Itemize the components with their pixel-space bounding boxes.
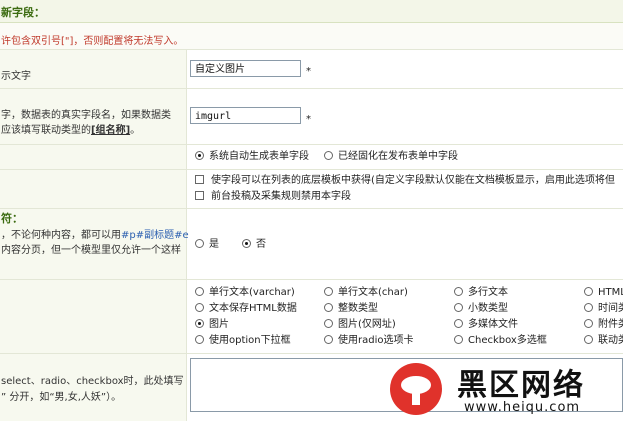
default-desc-line2: ” 分开，如“男,女,人妖”）。 xyxy=(1,392,122,403)
radio-control[interactable] xyxy=(324,319,333,328)
required-mark: * xyxy=(306,66,311,77)
radio-control[interactable] xyxy=(454,335,463,344)
radio-control[interactable] xyxy=(324,287,333,296)
row-display-text: 示文字 自定义图片 * xyxy=(0,50,623,89)
required-mark: * xyxy=(306,114,311,125)
section-header: 新字段： xyxy=(0,0,623,23)
radio-control[interactable] xyxy=(195,151,204,160)
row-label-cell: 示文字 xyxy=(0,50,187,88)
row-label-cell xyxy=(0,170,187,208)
radio-control[interactable] xyxy=(584,335,593,344)
radio-data-type[interactable]: 单行文本(varchar) xyxy=(195,287,295,299)
radio-data-type[interactable]: 小数类型 xyxy=(454,303,508,315)
radio-control[interactable] xyxy=(584,319,593,328)
radio-paging-no[interactable]: 否 xyxy=(242,239,266,251)
row-field-name: 字，数据表的真实字段名，如果数据类 应该填写联动类型的[组名称]。 imgurl… xyxy=(0,89,623,145)
radio-data-type[interactable]: 使用option下拉框 xyxy=(195,335,291,347)
radio-data-type[interactable]: 多媒体文件 xyxy=(454,319,518,331)
data-type-label: 图片 xyxy=(209,319,229,330)
radio-control[interactable] xyxy=(195,319,204,328)
data-type-label: 整数类型 xyxy=(338,303,378,314)
radio-data-type[interactable]: 图片(仅网址) xyxy=(324,319,396,331)
group-name-link[interactable]: [组名称] xyxy=(91,125,130,136)
row-label-cell xyxy=(0,145,187,169)
watermark-name: 黑区网络 xyxy=(457,368,585,403)
radio-control[interactable] xyxy=(454,303,463,312)
radio-data-type[interactable]: Checkbox多选框 xyxy=(454,335,547,347)
radio-data-type[interactable]: 使用radio选项卡 xyxy=(324,335,413,347)
radio-control[interactable] xyxy=(584,287,593,296)
field-name-label-line2: 应该填写联动类型的[组名称]。 xyxy=(1,125,141,136)
default-desc-line1: select、radio、checkbox时，此处填写 xyxy=(1,376,184,387)
data-type-label: 多行文本 xyxy=(468,287,508,298)
data-type-label: 文本保存HTML数据 xyxy=(209,303,297,314)
radio-data-type[interactable]: 图片 xyxy=(195,319,229,331)
radio-data-type[interactable]: 多行文本 xyxy=(454,287,508,299)
checkbox-disable-submit[interactable]: 前台投稿及采集规则禁用本字段 xyxy=(195,191,351,203)
data-type-label: 单行文本(varchar) xyxy=(209,287,295,298)
radio-control[interactable] xyxy=(195,287,204,296)
radio-control[interactable] xyxy=(324,303,333,312)
row-paging: 符： ，不论何种内容，都可以用#p#副标题#e 内容分页，但一个模型里仅允许一个… xyxy=(0,209,623,280)
paging-desc-line2: 内容分页，但一个模型里仅允许一个这样 xyxy=(1,245,181,256)
radio-control[interactable] xyxy=(195,335,204,344)
radio-control[interactable] xyxy=(324,335,333,344)
checkbox-list-template[interactable]: 使字段可以在列表的底层模板中获得(自定义字段默认仅能在文档模板显示，启用此选项将… xyxy=(195,175,615,187)
paging-title: 符： xyxy=(1,212,23,225)
display-text-input[interactable]: 自定义图片 xyxy=(190,60,301,77)
radio-control[interactable] xyxy=(195,239,204,248)
radio-control[interactable] xyxy=(324,151,333,160)
data-type-label: 附件类 xyxy=(598,319,623,330)
row-extra-options: 使字段可以在列表的底层模板中获得(自定义字段默认仅能在文档模板显示，启用此选项将… xyxy=(0,170,623,209)
radio-data-type[interactable]: 整数类型 xyxy=(324,303,378,315)
data-type-label: 使用radio选项卡 xyxy=(338,335,414,346)
data-type-label: HTML文 xyxy=(598,287,623,298)
radio-control[interactable] xyxy=(454,287,463,296)
data-type-label: 使用option下拉框 xyxy=(209,335,291,346)
row-label-cell: select、radio、checkbox时，此处填写 ” 分开，如“男,女,人… xyxy=(0,354,187,421)
radio-control[interactable] xyxy=(242,239,251,248)
warning-text: 许包含双引号["]，否则配置将无法写入。 xyxy=(1,36,184,47)
checkbox-control[interactable] xyxy=(195,175,204,184)
watermark-url: www.heiqu.com xyxy=(464,400,581,415)
row-label-cell xyxy=(0,280,187,353)
radio-data-type[interactable]: 附件类 xyxy=(584,319,623,331)
paging-desc-line1: ，不论何种内容，都可以用#p#副标题#e xyxy=(1,230,189,241)
section-title: 新字段： xyxy=(1,6,45,19)
radio-data-type[interactable]: HTML文 xyxy=(584,287,623,299)
data-type-label: Checkbox多选框 xyxy=(468,335,547,346)
display-text-label: 示文字 xyxy=(1,71,31,82)
row-form-type: 系统自动生成表单字段 已经固化在发布表单中字段 xyxy=(0,145,623,170)
warning-bar: 许包含双引号["]，否则配置将无法写入。 xyxy=(0,23,623,50)
row-data-type: 单行文本(varchar) 单行文本(char) 多行文本 HTML文文本保存HTML… xyxy=(0,280,623,354)
data-type-label: 多媒体文件 xyxy=(468,319,518,330)
radio-auto-form[interactable]: 系统自动生成表单字段 xyxy=(195,151,309,163)
radio-control[interactable] xyxy=(454,319,463,328)
data-type-label: 小数类型 xyxy=(468,303,508,314)
row-label-cell: 字，数据表的真实字段名，如果数据类 应该填写联动类型的[组名称]。 xyxy=(0,89,187,144)
data-type-label: 单行文本(char) xyxy=(338,287,408,298)
radio-data-type[interactable]: 单行文本(char) xyxy=(324,287,408,299)
data-type-label: 图片(仅网址) xyxy=(338,319,396,330)
row-label-cell: 符： ，不论何种内容，都可以用#p#副标题#e 内容分页，但一个模型里仅允许一个… xyxy=(0,209,189,279)
data-type-label: 时间类 xyxy=(598,303,623,314)
radio-control[interactable] xyxy=(584,303,593,312)
radio-data-type[interactable]: 文本保存HTML数据 xyxy=(195,303,297,315)
checkbox-control[interactable] xyxy=(195,191,204,200)
radio-data-type[interactable]: 联动类 xyxy=(584,335,623,347)
radio-paging-yes[interactable]: 是 xyxy=(195,239,219,251)
field-name-label-line1: 字，数据表的真实字段名，如果数据类 xyxy=(1,110,171,121)
radio-control[interactable] xyxy=(195,303,204,312)
watermark-logo: 黑区网络 www.heiqu.com xyxy=(384,356,623,421)
data-type-label: 联动类 xyxy=(598,335,623,346)
field-name-input[interactable]: imgurl xyxy=(190,107,301,124)
radio-data-type[interactable]: 时间类 xyxy=(584,303,623,315)
radio-fixed-form[interactable]: 已经固化在发布表单中字段 xyxy=(324,151,458,163)
